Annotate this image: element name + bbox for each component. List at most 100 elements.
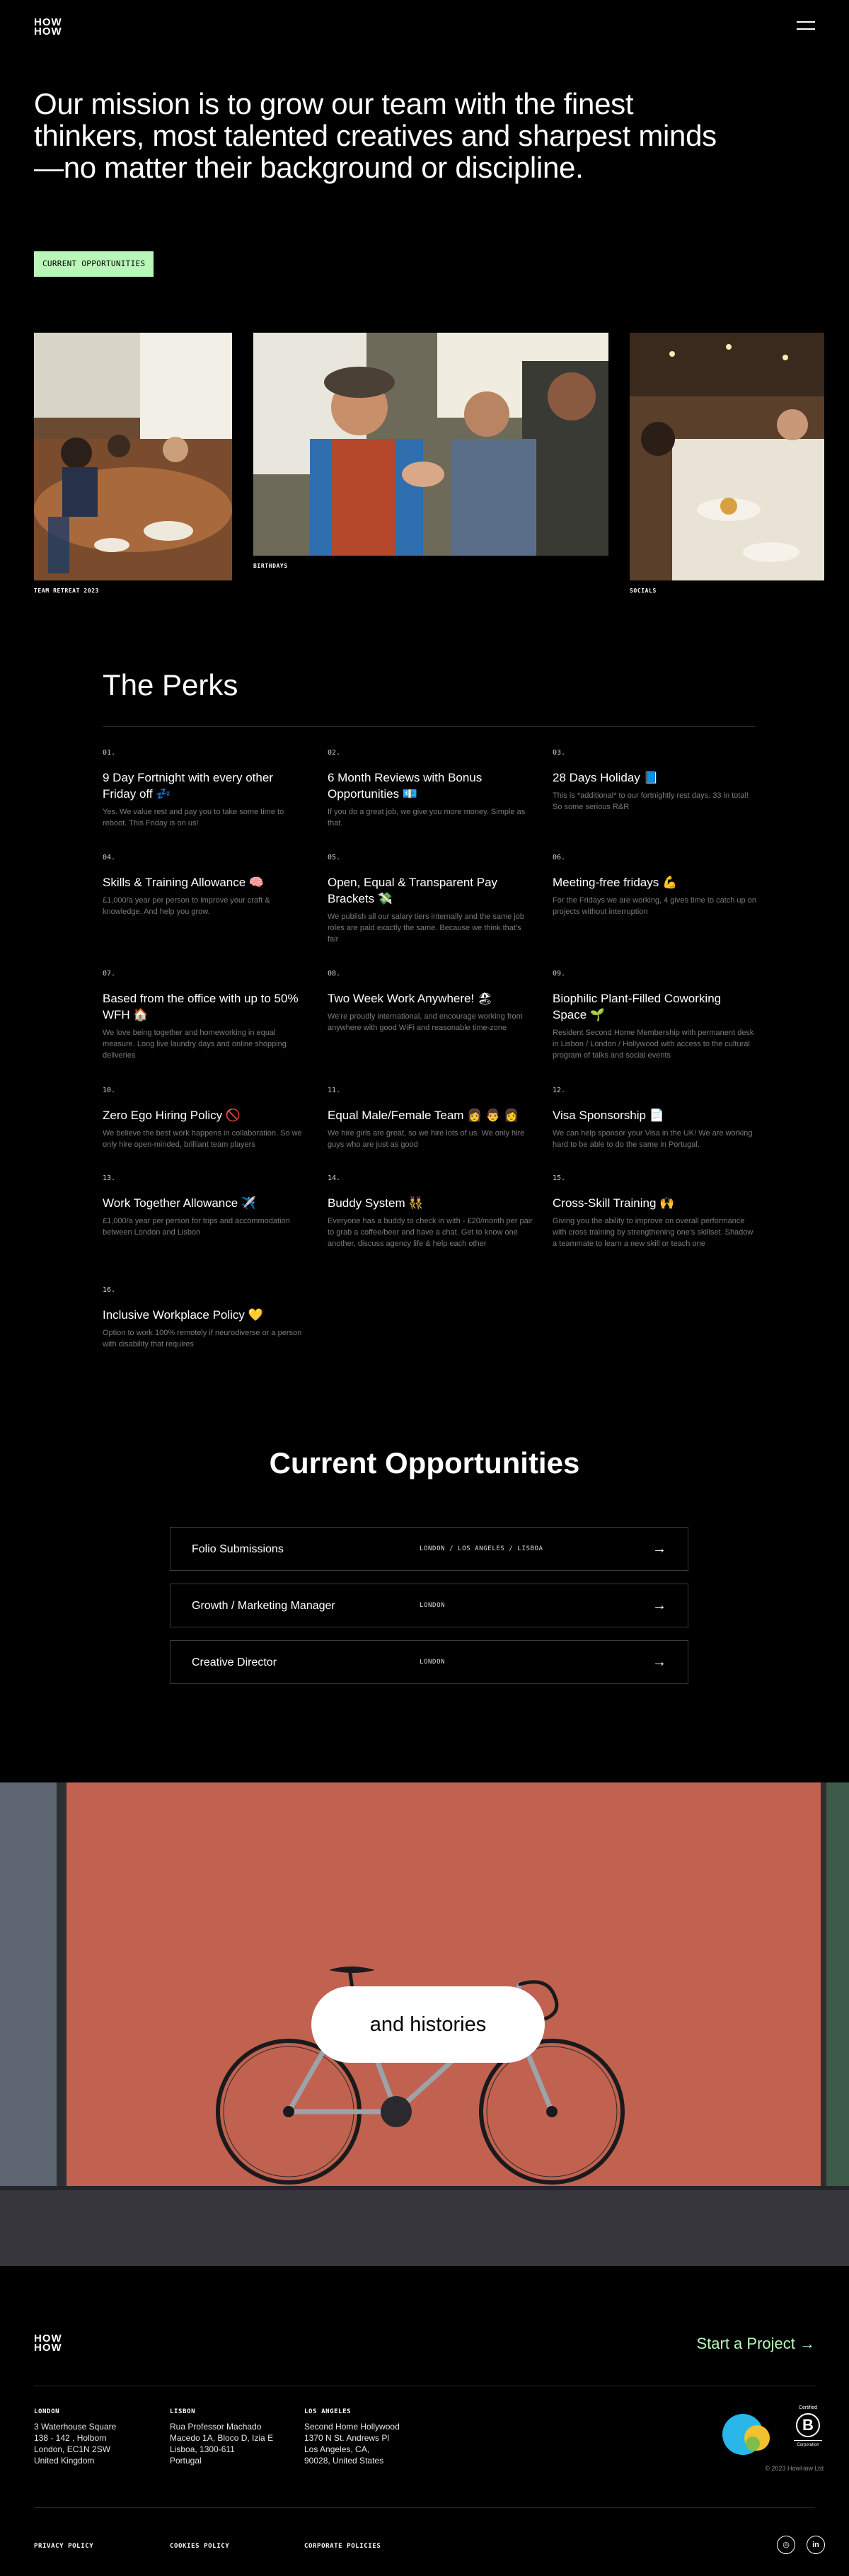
logo-bottom: HOW: [34, 25, 62, 38]
perk-item: 15. Cross-Skill Training 🙌 Giving you th…: [553, 1174, 758, 1249]
perk-title: 6 Month Reviews with Bonus Opportunities…: [328, 771, 483, 801]
perk-description: Everyone has a buddy to check in with - …: [328, 1217, 533, 1248]
office-los-angeles: LOS ANGELES Second Home Hollywood 1370 N…: [304, 2408, 432, 2466]
perk-number: 13.: [103, 1174, 116, 1182]
start-project-link[interactable]: Start a Project →: [696, 2335, 815, 2353]
perk-number: 01.: [103, 749, 116, 757]
perk-number: 02.: [328, 749, 341, 757]
perks-title: The Perks: [103, 668, 238, 702]
instagram-icon[interactable]: ◎: [777, 2536, 795, 2554]
current-opportunities-button[interactable]: CURRENT OPPORTUNITIES: [34, 251, 154, 277]
perk-item: 01. 9 Day Fortnight with every other Fri…: [103, 749, 308, 829]
office-address-line: Second Home Hollywood: [304, 2422, 400, 2432]
perk-number: 10.: [103, 1087, 116, 1094]
hamburger-menu-icon[interactable]: [797, 21, 815, 33]
perk-number: 09.: [553, 970, 566, 978]
office-address-line: 1370 N St. Andrews Pl: [304, 2433, 390, 2443]
job-location: LONDON: [420, 1602, 446, 1609]
arrow-right-icon[interactable]: →: [652, 1540, 666, 1557]
perk-description: Yes. We value rest and pay you to take s…: [103, 808, 284, 828]
job-row[interactable]: Creative Director LONDON →: [170, 1640, 688, 1684]
perk-item: 13. Work Together Allowance ✈️ £1,000/a …: [103, 1174, 308, 1238]
perk-title: Cross-Skill Training 🙌: [553, 1196, 675, 1210]
perk-title: Visa Sponsorship 📄: [553, 1109, 664, 1122]
perk-number: 16.: [103, 1286, 116, 1294]
cookies-policy-link[interactable]: COOKIES POLICY: [170, 2543, 229, 2550]
page: HOW HOW Our mission is to grow our team …: [0, 0, 849, 2576]
linkedin-icon[interactable]: in: [807, 2536, 825, 2554]
logo-bottom: HOW: [34, 2342, 62, 2354]
perk-item: 03. 28 Days Holiday 📘 This is *additiona…: [553, 749, 758, 813]
perk-item: 05. Open, Equal & Transparent Pay Bracke…: [328, 854, 533, 945]
corporate-policies-link[interactable]: CORPORATE POLICIES: [304, 2543, 381, 2550]
perk-number: 12.: [553, 1087, 566, 1094]
job-row[interactable]: Growth / Marketing Manager LONDON →: [170, 1584, 688, 1627]
job-title: Creative Director: [192, 1656, 277, 1668]
perk-item: 09. Biophilic Plant-Filled Coworking Spa…: [553, 970, 758, 1061]
office-city: LOS ANGELES: [304, 2408, 352, 2415]
gallery-photo-birthdays: [253, 333, 608, 556]
gallery-photo-team-retreat: [34, 333, 232, 580]
perk-title: Work Together Allowance ✈️: [103, 1196, 257, 1210]
perk-item: 06. Meeting-free fridays 💪 For the Frida…: [553, 854, 758, 917]
perk-item: 11. Equal Male/Female Team 👩 👨 👩 We hire…: [328, 1087, 533, 1150]
copyright: © 2023 HowHow Ltd: [765, 2465, 824, 2472]
arrow-right-icon[interactable]: →: [652, 1597, 666, 1614]
office-lisbon: LISBON Rua Professor Machado Macedo 1A, …: [170, 2408, 297, 2466]
perk-description: Giving you the ability to improve on ove…: [553, 1217, 753, 1248]
perk-item: 02. 6 Month Reviews with Bonus Opportuni…: [328, 749, 533, 829]
bcorp-certified: Certified: [798, 2405, 818, 2410]
perk-number: 06.: [553, 854, 566, 861]
perk-description: We love being together and homeworking i…: [103, 1029, 287, 1060]
perk-item: 14. Buddy System 👯 Everyone has a buddy …: [328, 1174, 533, 1249]
office-address-line: 3 Waterhouse Square: [34, 2422, 117, 2432]
perk-item: 16. Inclusive Workplace Policy 💛 Option …: [103, 1286, 308, 1350]
perk-number: 04.: [103, 854, 116, 861]
job-row[interactable]: Folio Submissions LONDON / LOS ANGELES /…: [170, 1527, 688, 1571]
perk-number: 14.: [328, 1174, 341, 1182]
footer-logo[interactable]: HOW HOW: [34, 2333, 71, 2354]
perk-description: We hire girls are great, so we hire lots…: [328, 1129, 525, 1149]
perk-description: We believe the best work happens in coll…: [103, 1129, 302, 1149]
job-title: Growth / Marketing Manager: [192, 1600, 335, 1612]
living-wage-badge: [722, 2412, 771, 2456]
office-city: LISBON: [170, 2408, 196, 2415]
perk-title: Equal Male/Female Team 👩 👨 👩: [328, 1109, 519, 1122]
perk-title: Two Week Work Anywhere! 🏖: [328, 992, 493, 1005]
job-location: LONDON / LOS ANGELES / LISBOA: [420, 1545, 543, 1552]
perk-title: Zero Ego Hiring Policy 🚫: [103, 1109, 241, 1122]
bcorp-badge: Certified B Corporation: [794, 2405, 822, 2462]
bcorp-corporation: Corporation: [794, 2440, 822, 2448]
perk-title: Open, Equal & Transparent Pay Brackets 💸: [328, 876, 498, 905]
perk-description: We're proudly international, and encoura…: [328, 1012, 523, 1032]
gallery-caption: BIRTHDAYS: [253, 563, 288, 569]
copyright-text: 2023 HowHow Ltd: [771, 2465, 824, 2472]
mission-statement: Our mission is to grow our team with the…: [34, 87, 717, 184]
job-title: Folio Submissions: [192, 1543, 284, 1555]
perk-item: 12. Visa Sponsorship 📄 We can help spons…: [553, 1087, 758, 1150]
perk-number: 03.: [553, 749, 566, 757]
perk-title: Based from the office with up to 50% WFH…: [103, 992, 299, 1021]
gallery-caption: TEAM RETREAT 2023: [34, 588, 100, 594]
office-address-line: London, EC1N 2SW: [34, 2444, 111, 2454]
office-address-line: Rua Professor Machado: [170, 2422, 262, 2432]
office-address-line: United Kingdom: [34, 2456, 95, 2466]
perk-item: 07. Based from the office with up to 50%…: [103, 970, 308, 1061]
arrow-right-icon[interactable]: →: [652, 1654, 666, 1671]
menu-bar: [797, 21, 815, 23]
perk-description: For the Fridays we are working, 4 gives …: [553, 896, 756, 916]
perk-number: 05.: [328, 854, 341, 861]
office-address-line: 90028, United States: [304, 2456, 384, 2466]
logo[interactable]: HOW HOW: [34, 17, 71, 38]
office-city: LONDON: [34, 2408, 60, 2415]
privacy-policy-link[interactable]: PRIVACY POLICY: [34, 2543, 93, 2550]
office-address-line: Portugal: [170, 2456, 202, 2466]
perk-number: 11.: [328, 1087, 341, 1094]
perk-description: £1,000/a year per person for trips and a…: [103, 1217, 290, 1237]
footer-divider: [34, 2507, 815, 2508]
gallery-caption: SOCIALS: [630, 588, 657, 594]
perk-number: 08.: [328, 970, 341, 978]
perk-number: 15.: [553, 1174, 566, 1182]
perk-title: Skills & Training Allowance 🧠: [103, 876, 265, 889]
job-location: LONDON: [420, 1659, 446, 1666]
